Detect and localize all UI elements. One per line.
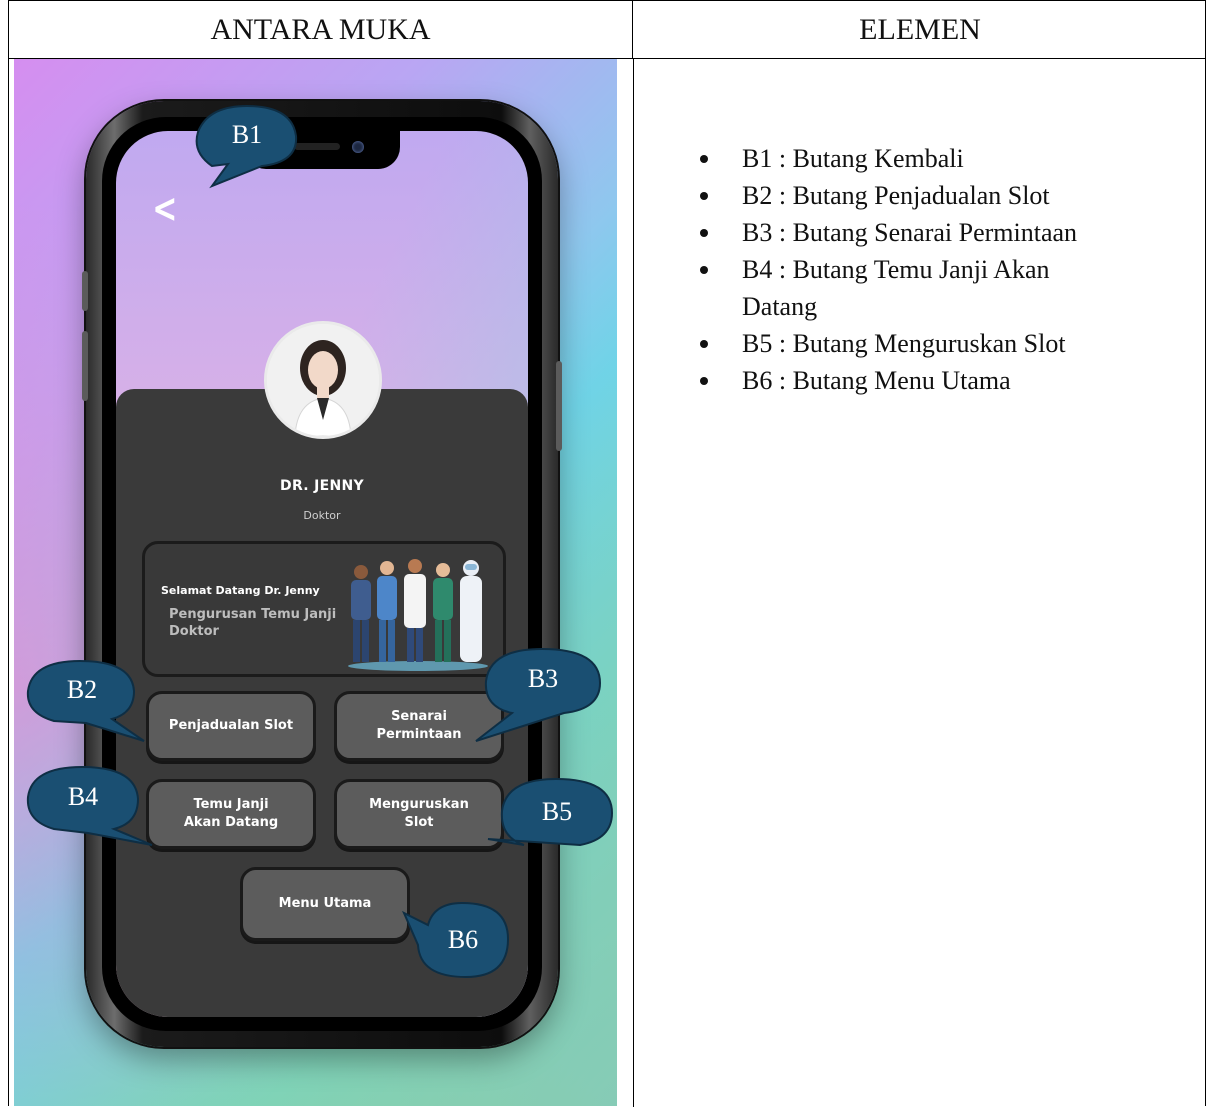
- list-item: B1 : Butang Kembali: [700, 140, 1182, 177]
- callout-b2: B2: [24, 657, 154, 749]
- list-item: B4 : Butang Temu Janji Akan Datang: [700, 251, 1102, 325]
- callout-label: B2: [66, 675, 98, 704]
- welcome-greeting: Selamat Datang Dr. Jenny: [161, 584, 320, 597]
- temu-janji-akan-datang-button[interactable]: Temu Janji Akan Datang: [146, 779, 316, 849]
- doctor-name: DR. JENNY: [280, 478, 364, 494]
- callout-label: B5: [541, 797, 573, 826]
- callout-b4: B4: [24, 763, 160, 853]
- list-item: B3 : Butang Senarai Permintaan: [700, 214, 1182, 251]
- column-divider: [633, 59, 634, 1107]
- callout-b3: B3: [472, 645, 602, 745]
- list-item: B2 : Butang Penjadualan Slot: [700, 177, 1182, 214]
- chevron-left-icon: <: [152, 186, 178, 232]
- phone-side-button: [82, 331, 88, 401]
- camera-icon: [352, 141, 364, 153]
- doctor-avatar: [264, 321, 382, 439]
- screenshot-panel: < DR. JENNY Doktor Selamat Datang Dr. Je…: [14, 59, 617, 1106]
- callout-label: B3: [527, 664, 559, 693]
- phone-side-button: [82, 271, 88, 311]
- callout-label: B1: [231, 120, 263, 149]
- header-interface: ANTARA MUKA: [9, 1, 633, 59]
- welcome-subtitle: Pengurusan Temu Janji Doktor: [169, 607, 337, 639]
- welcome-banner: Selamat Datang Dr. Jenny Pengurusan Temu…: [142, 541, 506, 677]
- medical-staff-illustration: [348, 559, 488, 671]
- doctor-role: Doktor: [303, 509, 341, 522]
- back-button[interactable]: <: [152, 189, 177, 229]
- menu-utama-button[interactable]: Menu Utama: [240, 867, 410, 941]
- penjadualan-slot-button[interactable]: Penjadualan Slot: [146, 691, 316, 761]
- callout-b1: B1: [192, 104, 302, 194]
- phone-side-button: [556, 361, 562, 451]
- menguruskan-slot-button[interactable]: Menguruskan Slot: [334, 779, 504, 849]
- callout-b5: B5: [484, 771, 614, 871]
- callout-label: B6: [447, 925, 479, 954]
- header-elements: ELEMEN: [633, 1, 1206, 59]
- app-screen: < DR. JENNY Doktor Selamat Datang Dr. Je…: [116, 131, 528, 1017]
- list-item: B5 : Butang Menguruskan Slot: [700, 325, 1182, 362]
- callout-label: B4: [67, 782, 99, 811]
- elements-list: B1 : Butang Kembali B2 : Butang Penjadua…: [700, 140, 1182, 399]
- list-item: B6 : Butang Menu Utama: [700, 362, 1182, 399]
- callout-b6: B6: [400, 889, 512, 989]
